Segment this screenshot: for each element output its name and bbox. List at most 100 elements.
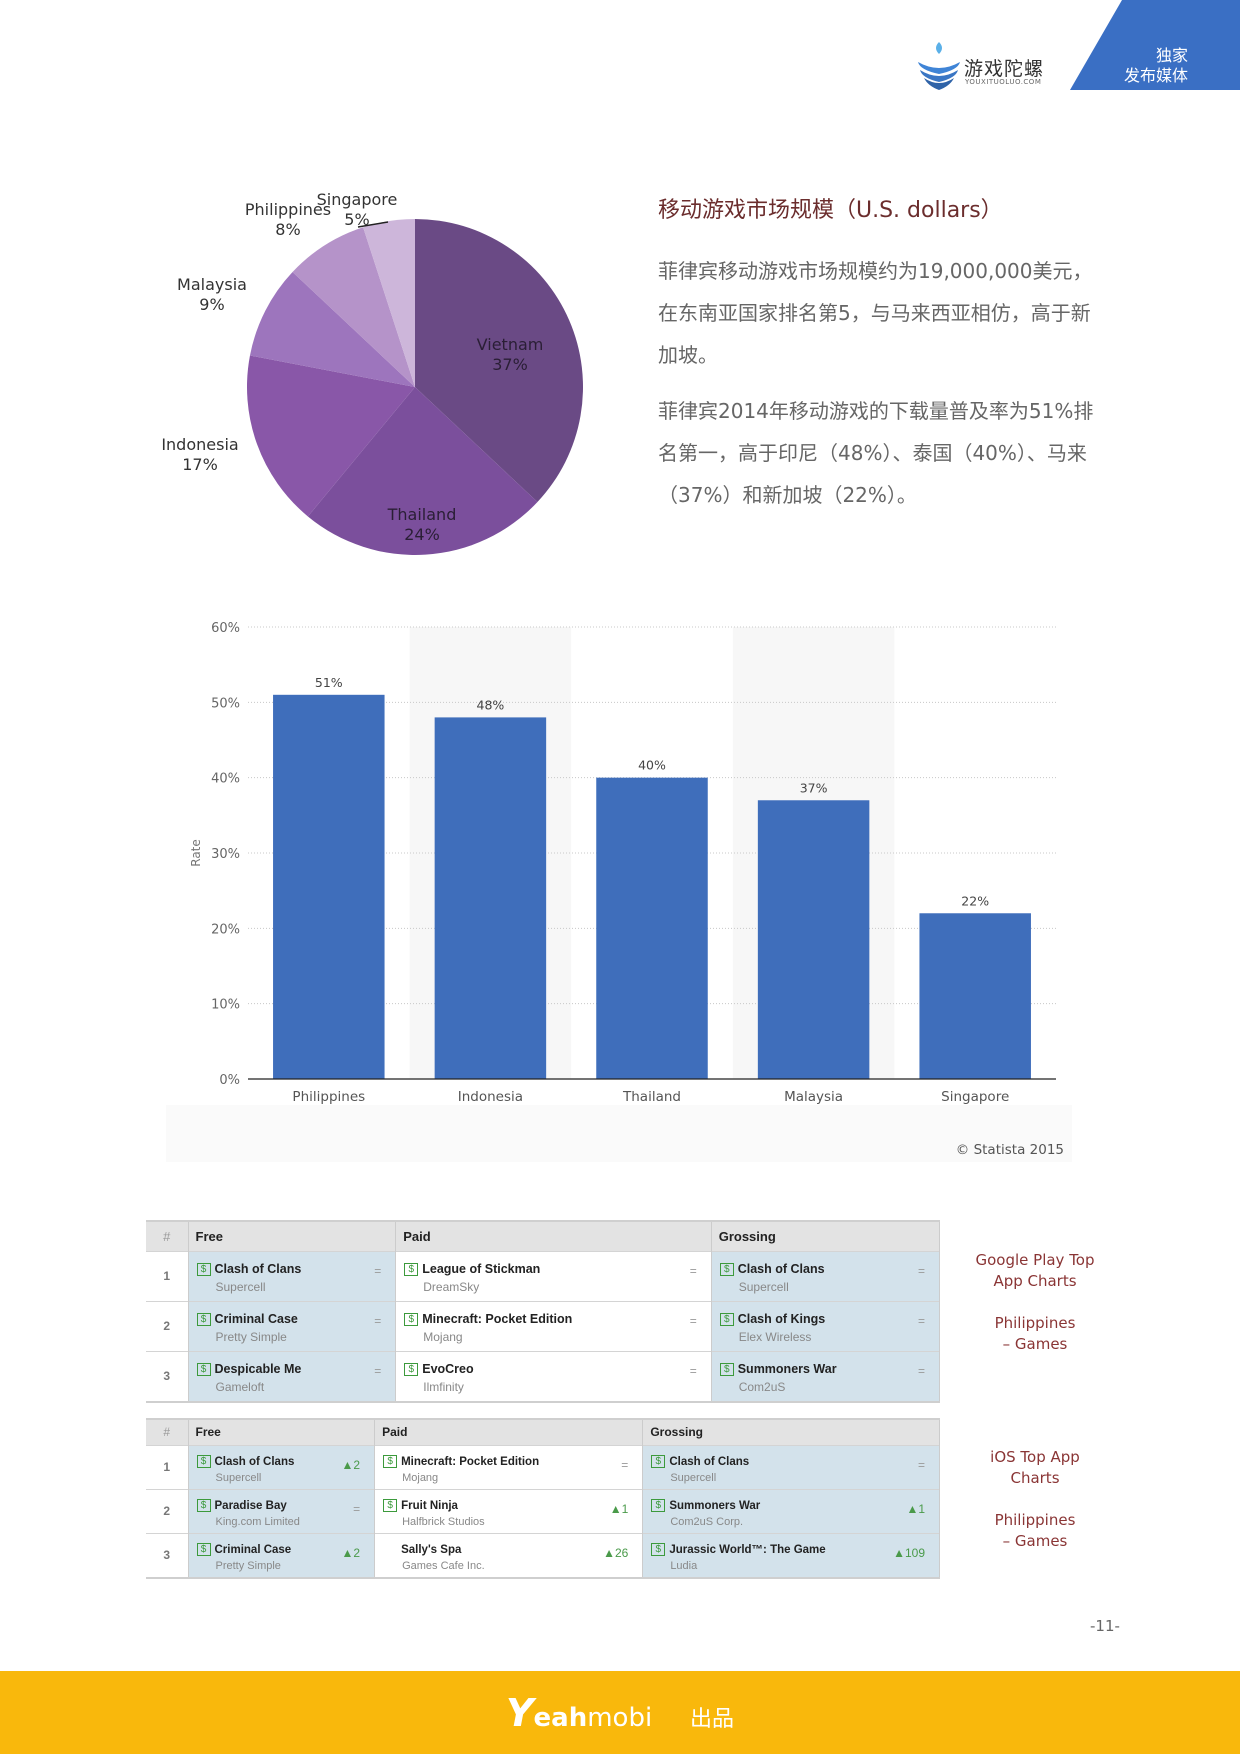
column-header: Grossing <box>711 1220 941 1251</box>
app-cell-paid[interactable]: $ League of Stickman DreamSky = <box>395 1250 712 1301</box>
source-credit: © Statista 2015 <box>956 1142 1064 1158</box>
app-name[interactable]: Criminal Case <box>215 1544 292 1556</box>
dollar-icon: $ <box>383 1454 398 1468</box>
rank-cell: 2 <box>146 1488 189 1533</box>
bar-singapore <box>919 913 1031 1079</box>
developer-name: Pretty Simple <box>215 1559 281 1572</box>
pie-label-thailand: Thailand 24% <box>362 505 482 545</box>
x-tick-label: Singapore <box>941 1089 1009 1105</box>
app-name[interactable]: Clash of Clans <box>215 1262 302 1276</box>
y-tick-label: 40% <box>211 772 240 787</box>
dollar-icon: $ <box>196 1362 211 1376</box>
rank-cell: 1 <box>146 1250 189 1301</box>
rank-change: = <box>917 1363 925 1378</box>
app-cell-grossing[interactable]: $ Summoners War Com2uS = <box>711 1350 941 1403</box>
caption-line: Philippines <box>994 1511 1076 1529</box>
app-name[interactable]: Clash of Kings <box>738 1312 826 1326</box>
google-play-caption: Google Play Top App Charts Philippines –… <box>960 1250 1110 1355</box>
app-cell-free[interactable]: $ Paradise Bay King.com Limited = <box>188 1488 376 1533</box>
app-cell-free[interactable]: $ Clash of Clans Supercell ▲2 <box>188 1444 376 1489</box>
caption-line: App Charts <box>993 1272 1077 1290</box>
paragraph-download-rate: 菲律宾2014年移动游戏的下载量普及率为51%排名第一，高于印尼（48%）、泰国… <box>658 399 1094 507</box>
developer-name: Halfbrick Studios <box>402 1515 485 1528</box>
developer-name: Pretty Simple <box>215 1329 287 1344</box>
y-tick-label: 60% <box>211 621 240 636</box>
pie-label-name: Thailand <box>387 505 457 524</box>
table-header-row: # Free Paid Grossing <box>146 1220 941 1251</box>
pie-label-value: 24% <box>404 525 440 544</box>
app-name[interactable]: Minecraft: Pocket Edition <box>422 1312 572 1326</box>
pie-label-value: 9% <box>199 295 225 314</box>
app-cell-grossing[interactable]: $ Summoners War Com2uS Corp. ▲1 <box>642 1488 940 1533</box>
youxituoluo-logo: 游戏陀螺 YOUXITUOLUO.COM <box>914 40 1064 95</box>
developer-name: Com2uS Corp. <box>670 1515 744 1528</box>
y-tick-label: 10% <box>211 998 240 1013</box>
column-header: Free <box>188 1220 397 1251</box>
app-name[interactable]: Sally's Spa <box>401 1544 461 1556</box>
app-name[interactable]: EvoCreo <box>422 1362 473 1376</box>
bar-value-label: 22% <box>961 893 989 908</box>
rank-change: ▲2 <box>341 1457 361 1472</box>
app-name[interactable]: Despicable Me <box>215 1362 302 1376</box>
ios-top-charts-table: # Free Paid Grossing 1 $ Clash of Clans Superce… <box>146 1418 940 1579</box>
app-name[interactable]: Minecraft: Pocket Edition <box>401 1456 539 1468</box>
developer-name: Supercell <box>215 1471 262 1484</box>
table-row: 3 $ Despicable Me Gameloft = $ EvoCreo Ilmfinit… <box>146 1350 941 1403</box>
pie-label-name: Singapore <box>316 190 398 209</box>
developer-name: Ludia <box>670 1559 698 1572</box>
logo-chinese-name: 游戏陀螺 <box>964 58 1045 80</box>
dollar-icon: $ <box>719 1312 734 1326</box>
dollar-icon: $ <box>383 1498 398 1512</box>
app-cell-paid[interactable]: $ Minecraft: Pocket Edition Mojang = <box>374 1444 644 1489</box>
intro-text-block: 移动游戏市场规模（U.S. dollars） 菲律宾移动游戏市场规模约为19,0… <box>658 192 1108 530</box>
app-cell-grossing[interactable]: $ Clash of Kings Elex Wireless = <box>711 1300 941 1351</box>
dollar-icon: $ <box>196 1454 211 1468</box>
app-name[interactable]: Jurassic World™: The Game <box>669 1544 825 1556</box>
x-tick-label: Thailand <box>622 1089 681 1105</box>
dollar-icon: $ <box>404 1312 419 1326</box>
app-name[interactable]: Clash of Clans <box>215 1456 295 1468</box>
table-row: 1 $ Clash of Clans Supercell ▲2 $ Minecraft: P… <box>146 1444 940 1489</box>
app-cell-paid[interactable]: $Sally's SpaGames Cafe Inc.▲26 <box>374 1532 644 1579</box>
dollar-icon: $ <box>719 1362 734 1376</box>
produced-by-label: 出品 <box>690 1707 735 1732</box>
bar-svg: 0% 10% 20% 30% 40% 50% 60% Rate 51% Philippines 48… <box>166 600 1072 1162</box>
app-cell-free[interactable]: $ Despicable Me Gameloft = <box>188 1350 397 1403</box>
chart-footer-band <box>166 1105 1072 1162</box>
y-tick-label: 50% <box>211 696 240 711</box>
app-name[interactable]: Clash of Clans <box>738 1262 825 1276</box>
caption-line: – Games <box>1002 1532 1068 1550</box>
section-title: 移动游戏市场规模（U.S. dollars） <box>658 198 1003 223</box>
app-name[interactable]: Summoners War <box>738 1362 837 1376</box>
app-name[interactable]: Paradise Bay <box>215 1500 287 1512</box>
developer-name: King.com Limited <box>215 1515 300 1528</box>
developer-name: Gameloft <box>215 1379 265 1394</box>
app-name[interactable]: Criminal Case <box>215 1312 298 1326</box>
app-cell-grossing[interactable]: $ Clash of Clans Supercell = <box>711 1250 941 1301</box>
app-cell-free[interactable]: $ Clash of Clans Supercell = <box>188 1250 397 1301</box>
app-name[interactable]: League of Stickman <box>422 1262 540 1276</box>
app-cell-free[interactable]: $ Criminal Case Pretty Simple ▲2 <box>188 1532 376 1579</box>
app-name[interactable]: Summoners War <box>669 1500 760 1512</box>
bar-value-label: 48% <box>477 697 505 712</box>
column-header: Free <box>188 1418 376 1445</box>
developer-name: Com2uS <box>738 1379 786 1394</box>
app-cell-free[interactable]: $ Criminal Case Pretty Simple = <box>188 1300 397 1351</box>
rank-change: = <box>689 1363 697 1378</box>
column-header: # <box>146 1220 189 1251</box>
dollar-icon: $ <box>651 1542 666 1556</box>
rank-change: = <box>917 1313 925 1328</box>
app-cell-grossing[interactable]: $ Clash of Clans Supercell = <box>642 1444 940 1489</box>
app-cell-paid[interactable]: $ Minecraft: Pocket Edition Mojang = <box>395 1300 712 1351</box>
app-name[interactable]: Clash of Clans <box>669 1456 749 1468</box>
app-cell-paid[interactable]: $ EvoCreo Ilmfinity = <box>395 1350 712 1403</box>
developer-name: Ilmfinity <box>423 1379 464 1394</box>
column-header: # <box>146 1418 189 1445</box>
app-cell-paid[interactable]: $ Fruit Ninja Halfbrick Studios ▲1 <box>374 1488 644 1533</box>
download-rate-bar-chart: 0% 10% 20% 30% 40% 50% 60% Rate 51% Philippines 48… <box>166 600 1072 1162</box>
rank-change: ▲26 <box>603 1545 629 1560</box>
app-cell-grossing[interactable]: $ Jurassic World™: The Game Ludia ▲109 <box>642 1532 940 1579</box>
pie-label-value: 5% <box>344 210 370 229</box>
app-name[interactable]: Fruit Ninja <box>401 1500 458 1512</box>
logo-y: Y <box>506 1691 534 1735</box>
